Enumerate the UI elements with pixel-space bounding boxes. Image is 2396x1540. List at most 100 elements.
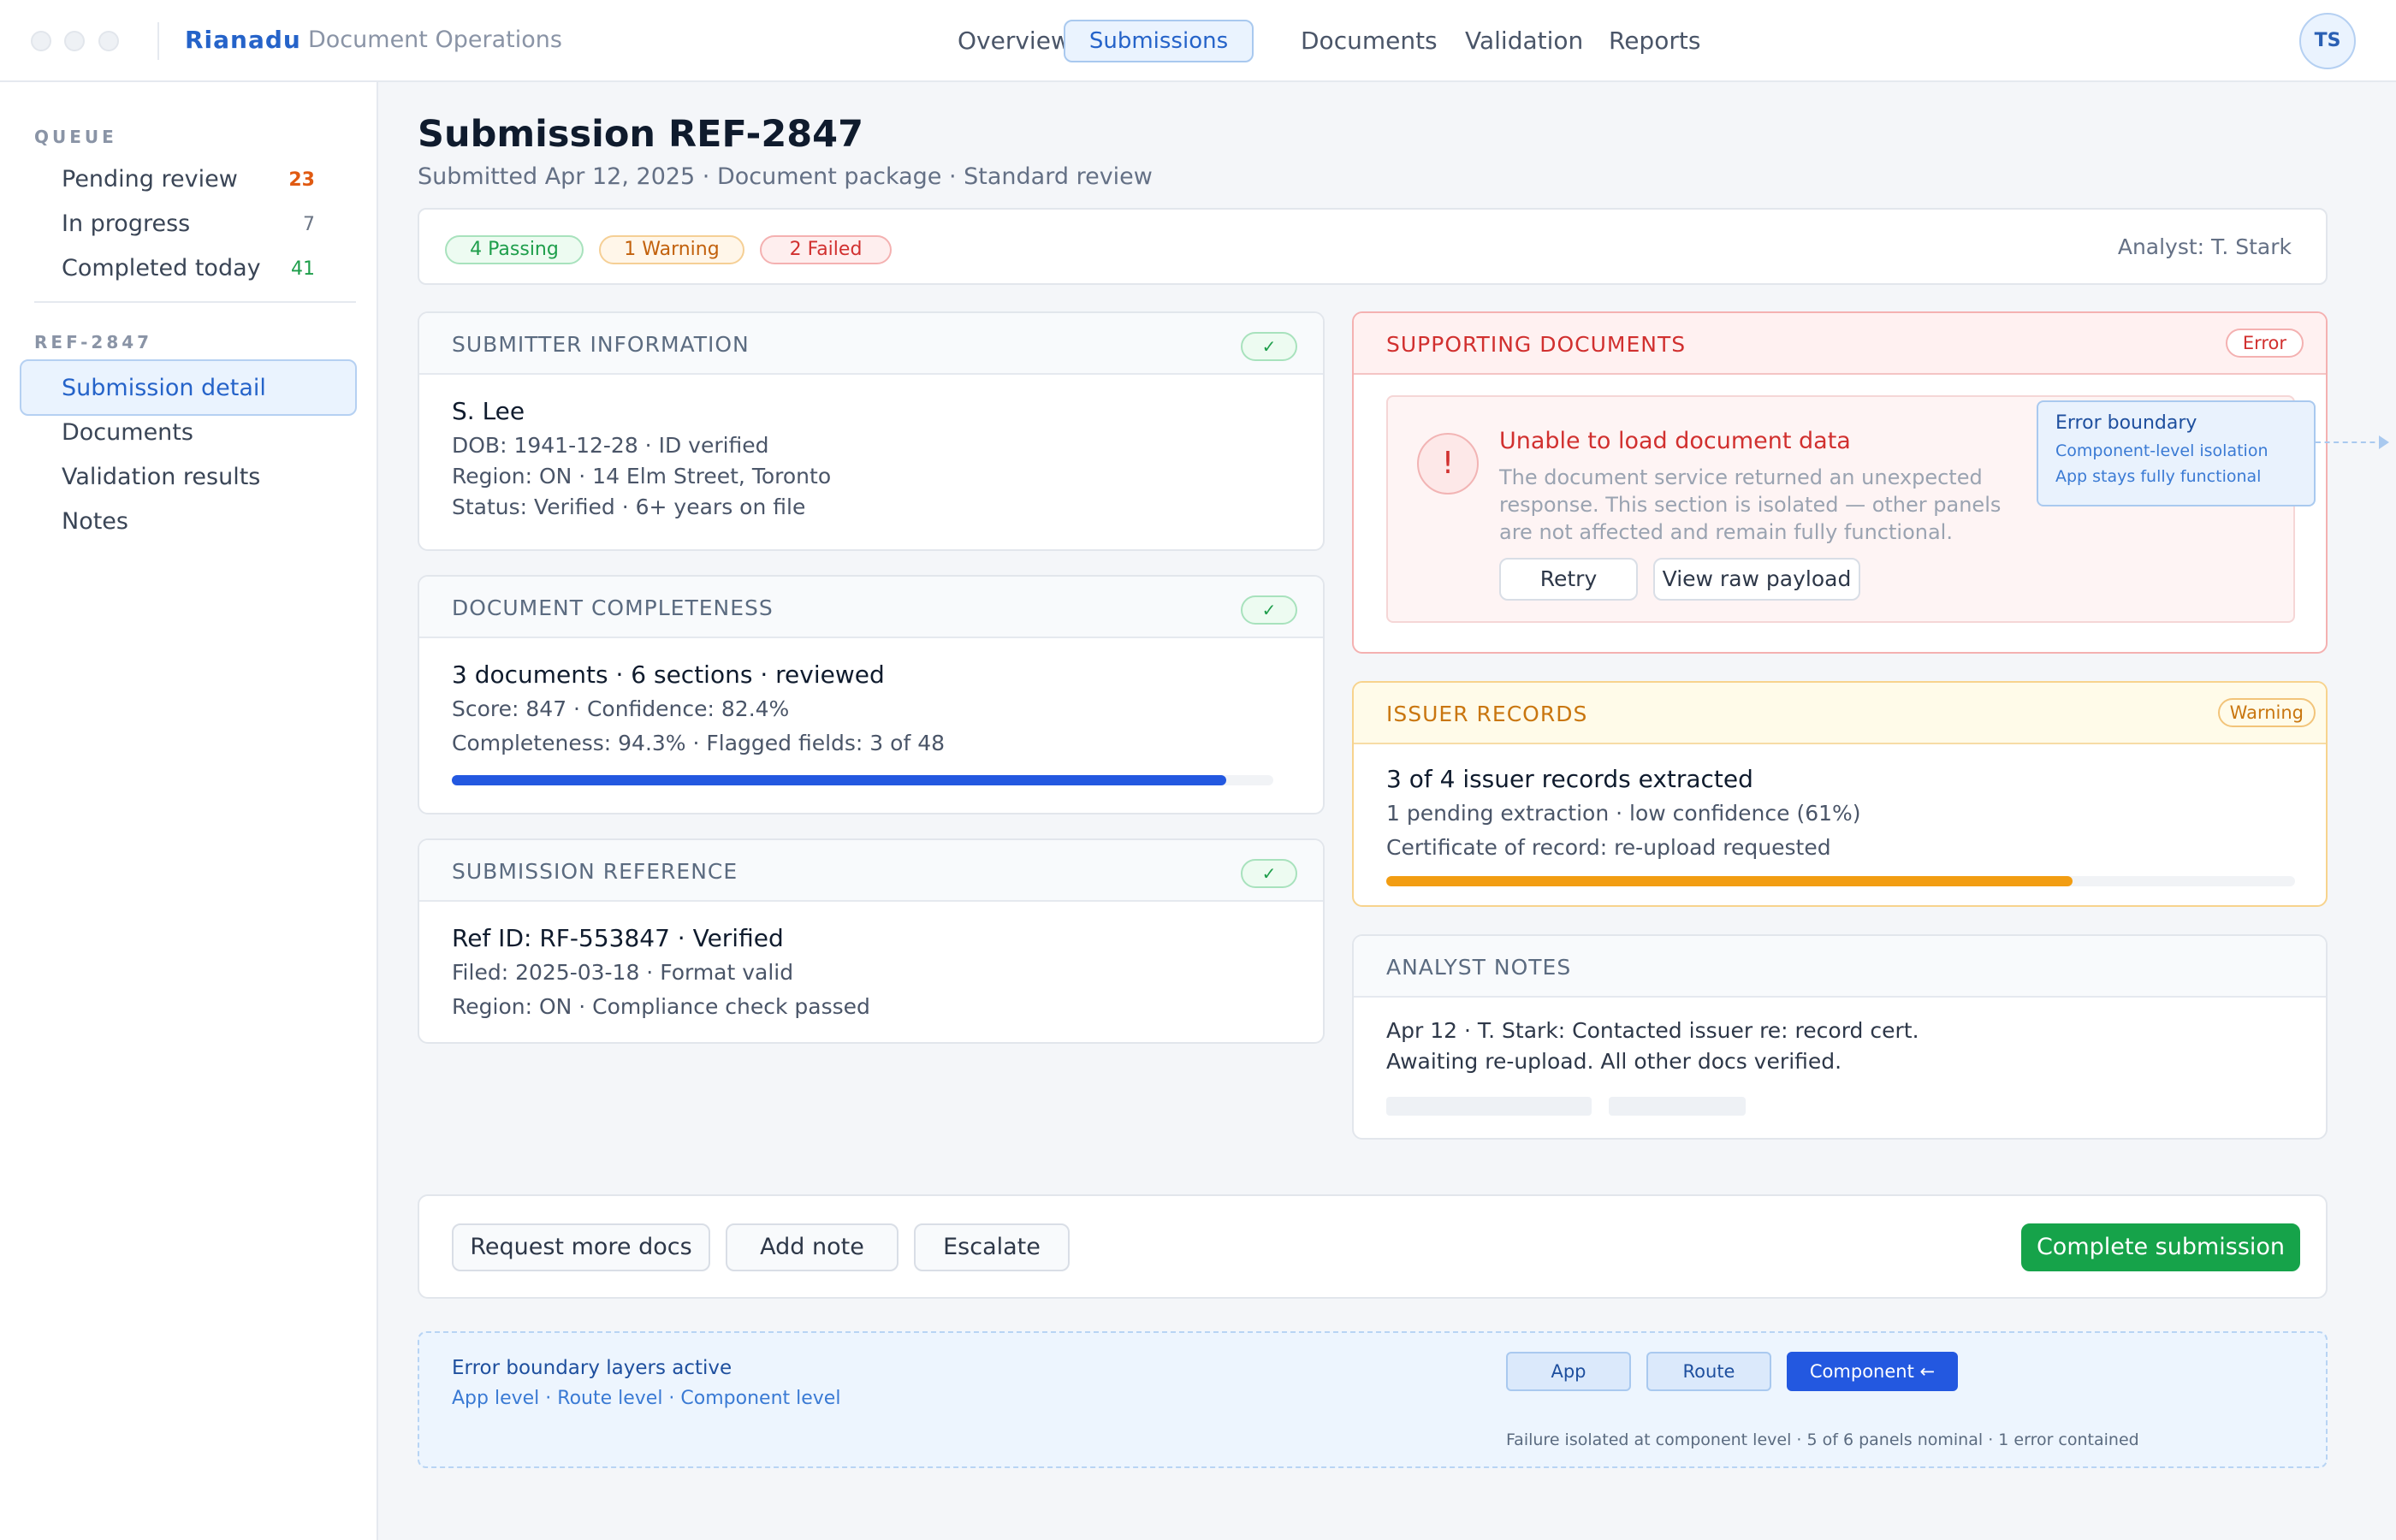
in-progress-count-badge: 7 — [303, 214, 315, 235]
arrow-right-icon — [2379, 435, 2389, 449]
reference-id: Ref ID: RF-553847 · Verified — [452, 924, 784, 952]
card-header: SUBMISSION REFERENCE ✓ — [419, 840, 1323, 902]
sidebar-item-completed-today[interactable]: Completed today — [62, 255, 261, 281]
card-header: ANALYST NOTES — [1354, 936, 2326, 998]
progress-fill — [452, 775, 1227, 785]
card-title: SUBMISSION REFERENCE — [452, 859, 738, 884]
brand-logo[interactable]: Rianadu — [185, 26, 301, 54]
window-minimize-dot[interactable] — [64, 31, 85, 51]
loading-skeleton — [1386, 1097, 1592, 1116]
error-title: Unable to load document data — [1499, 428, 1851, 454]
analyst-label: Analyst: T. Stark — [2117, 234, 2292, 259]
complete-submission-button[interactable]: Complete submission — [2021, 1223, 2300, 1271]
sidebar-item-documents[interactable]: Documents — [62, 419, 193, 446]
reference-region: Region: ON · Compliance check passed — [452, 994, 870, 1019]
top-bar: Rianadu Document Operations Overview Sub… — [0, 0, 2396, 82]
sidebar-divider — [34, 301, 356, 303]
page-subtitle: Submitted Apr 12, 2025 · Document packag… — [418, 163, 1153, 190]
retry-button[interactable]: Retry — [1499, 558, 1638, 601]
warning-badge: Warning — [2217, 698, 2316, 727]
issuer-pending: 1 pending extraction · low confidence (6… — [1386, 801, 1861, 826]
submitter-region: Region: ON · 14 Elm Street, Toronto — [452, 464, 832, 489]
loading-skeleton — [1609, 1097, 1746, 1116]
nav-overview[interactable]: Overview — [958, 27, 1070, 55]
card-title: ISSUER RECORDS — [1386, 702, 1588, 726]
completeness-progress-bar — [452, 775, 1273, 785]
product-name: Document Operations — [308, 27, 562, 53]
add-note-button[interactable]: Add note — [726, 1223, 898, 1271]
nav-submissions[interactable]: Submissions — [1064, 20, 1254, 62]
window-close-dot[interactable] — [31, 31, 51, 51]
divider — [157, 22, 159, 60]
queue-heading: QUEUE — [34, 127, 117, 147]
submitter-dob: DOB: 1941-12-28 · ID verified — [452, 433, 769, 458]
nav-reports[interactable]: Reports — [1609, 27, 1700, 55]
submission-reference-card: SUBMISSION REFERENCE ✓ Ref ID: RF-553847… — [418, 838, 1325, 1044]
card-title: ANALYST NOTES — [1386, 955, 1572, 980]
escalate-button[interactable]: Escalate — [914, 1223, 1070, 1271]
callout-connector — [2316, 441, 2384, 443]
sidebar-item-pending-review[interactable]: Pending review — [62, 166, 238, 192]
sidebar-item-in-progress[interactable]: In progress — [62, 210, 190, 237]
note-text: Awaiting re-upload. All other docs verif… — [1386, 1049, 1842, 1074]
error-message-line: The document service returned an unexpec… — [1499, 465, 1983, 489]
request-more-docs-button[interactable]: Request more docs — [452, 1223, 710, 1271]
action-bar: Request more docs Add note Escalate Comp… — [418, 1194, 2328, 1299]
view-raw-payload-button[interactable]: View raw payload — [1653, 558, 1860, 601]
card-header: SUBMITTER INFORMATION ✓ — [419, 313, 1323, 375]
sidebar: QUEUE Pending review 23 In progress 7 Co… — [0, 82, 378, 1540]
completed-count-badge: 41 — [291, 258, 315, 280]
pending-count-badge: 23 — [288, 169, 315, 191]
callout-line: App stays fully functional — [2055, 467, 2262, 486]
error-boundary-panel: Error boundary layers active App level ·… — [418, 1331, 2328, 1468]
avatar[interactable]: TS — [2299, 13, 2356, 69]
check-icon: ✓ — [1241, 332, 1297, 361]
card-title: DOCUMENT COMPLETENESS — [452, 595, 774, 620]
status-summary-bar: 4 Passing 1 Warning 2 Failed Analyst: T.… — [418, 208, 2328, 285]
alert-icon: ! — [1417, 433, 1479, 495]
failed-status-badge[interactable]: 2 Failed — [760, 235, 892, 264]
card-header: ISSUER RECORDS Warning — [1354, 683, 2326, 744]
issuer-records-card: ISSUER RECORDS Warning 3 of 4 issuer rec… — [1352, 681, 2328, 907]
page-title: Submission REF-2847 — [418, 113, 864, 156]
issuer-certificate: Certificate of record: re-upload request… — [1386, 835, 1831, 860]
error-message-line: are not affected and remain fully functi… — [1499, 520, 1953, 544]
check-icon: ✓ — [1241, 595, 1297, 625]
app-level-button[interactable]: App — [1506, 1352, 1631, 1391]
submitter-name: S. Lee — [452, 397, 525, 425]
callout-line: Component-level isolation — [2055, 441, 2268, 460]
card-header: DOCUMENT COMPLETENESS ✓ — [419, 577, 1323, 638]
warning-status-badge[interactable]: 1 Warning — [599, 235, 744, 264]
completeness-headline: 3 documents · 6 sections · reviewed — [452, 660, 885, 689]
nav-validation[interactable]: Validation — [1465, 27, 1583, 55]
card-header: SUPPORTING DOCUMENTS Error — [1354, 313, 2326, 375]
note-text: Apr 12 · T. Stark: Contacted issuer re: … — [1386, 1018, 1919, 1043]
reference-filed: Filed: 2025-03-18 · Format valid — [452, 960, 794, 985]
issuer-progress-bar — [1386, 876, 2295, 886]
ref-heading: REF-2847 — [34, 332, 153, 352]
sidebar-item-notes[interactable]: Notes — [62, 508, 128, 535]
route-level-button[interactable]: Route — [1646, 1352, 1771, 1391]
progress-fill — [1386, 876, 2073, 886]
window-maximize-dot[interactable] — [98, 31, 119, 51]
passing-status-badge[interactable]: 4 Passing — [445, 235, 584, 264]
boundary-title: Error boundary layers active — [452, 1357, 732, 1379]
nav-documents[interactable]: Documents — [1301, 27, 1438, 55]
callout-title: Error boundary — [2055, 412, 2197, 434]
card-title: SUPPORTING DOCUMENTS — [1386, 332, 1687, 357]
submitter-status: Status: Verified · 6+ years on file — [452, 495, 806, 519]
issuer-headline: 3 of 4 issuer records extracted — [1386, 765, 1753, 793]
error-badge: Error — [2225, 329, 2304, 358]
card-title: SUBMITTER INFORMATION — [452, 332, 750, 357]
boundary-levels: App level · Route level · Component leve… — [452, 1388, 841, 1409]
sidebar-item-submission-detail[interactable]: Submission detail — [62, 375, 266, 401]
check-icon: ✓ — [1241, 859, 1297, 888]
boundary-status-text: Failure isolated at component level · 5 … — [1506, 1430, 2139, 1449]
error-message-line: response. This section is isolated — oth… — [1499, 493, 2002, 517]
completeness-flagged: Completeness: 94.3% · Flagged fields: 3 … — [452, 731, 946, 755]
error-boundary-callout: Error boundary Component-level isolation… — [2037, 400, 2316, 506]
document-completeness-card: DOCUMENT COMPLETENESS ✓ 3 documents · 6 … — [418, 575, 1325, 814]
analyst-notes-card: ANALYST NOTES Apr 12 · T. Stark: Contact… — [1352, 934, 2328, 1140]
component-level-button[interactable]: Component ← — [1787, 1352, 1958, 1391]
sidebar-item-validation-results[interactable]: Validation results — [62, 464, 260, 490]
